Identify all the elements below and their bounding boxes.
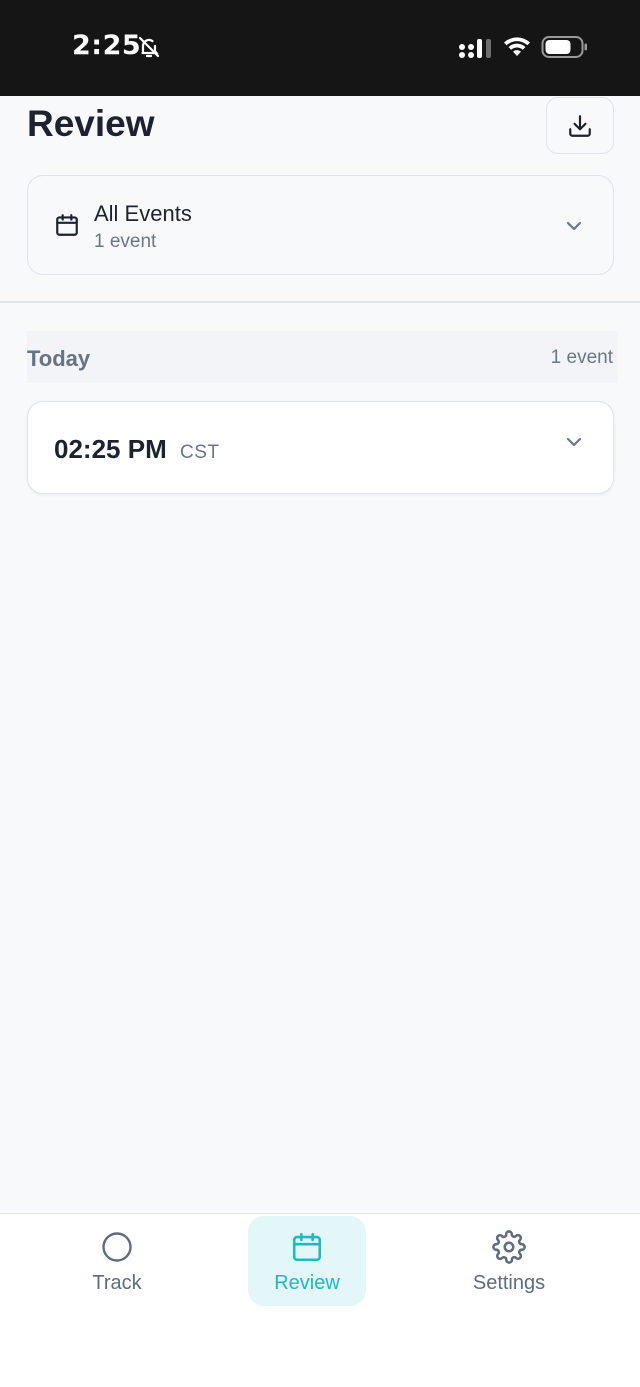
download-button[interactable] bbox=[546, 97, 614, 154]
divider bbox=[0, 301, 640, 303]
nav-tab-review[interactable]: Review bbox=[248, 1216, 366, 1306]
gear-icon bbox=[492, 1230, 526, 1264]
battery-icon bbox=[541, 36, 587, 58]
cellular-signal-icon bbox=[459, 39, 491, 58]
event-timezone: CST bbox=[180, 442, 220, 463]
download-icon bbox=[569, 114, 591, 137]
bell-slash-icon bbox=[138, 36, 160, 58]
status-bar: 2:25 bbox=[0, 0, 640, 96]
wifi-icon bbox=[504, 37, 530, 56]
calendar-icon bbox=[56, 214, 78, 236]
page-title: Review bbox=[27, 103, 155, 144]
circle-icon bbox=[102, 1232, 132, 1262]
section-header: Today 1 event bbox=[27, 331, 618, 383]
event-card[interactable]: 02:25 PM CST bbox=[27, 401, 614, 494]
status-time: 2:25 bbox=[72, 30, 142, 61]
nav-label-review: Review bbox=[274, 1272, 340, 1294]
filter-subtitle: 1 event bbox=[94, 231, 157, 252]
nav-label-track: Track bbox=[92, 1272, 142, 1294]
chevron-down-icon bbox=[566, 221, 582, 231]
nav-label-settings: Settings bbox=[472, 1272, 546, 1294]
chevron-down-icon[interactable] bbox=[564, 432, 584, 452]
bottom-nav: Track Review Settings bbox=[0, 1213, 640, 1387]
event-time: 02:25 PM bbox=[54, 434, 167, 464]
filter-title: All Events bbox=[94, 201, 192, 226]
calendar-icon bbox=[292, 1232, 322, 1262]
event-filter-dropdown[interactable]: All Events 1 event bbox=[27, 175, 614, 275]
nav-tab-track[interactable]: Track bbox=[58, 1216, 176, 1306]
nav-tab-settings[interactable]: Settings bbox=[450, 1216, 568, 1306]
section-title: Today bbox=[27, 346, 91, 371]
section-count: 1 event bbox=[550, 347, 613, 368]
